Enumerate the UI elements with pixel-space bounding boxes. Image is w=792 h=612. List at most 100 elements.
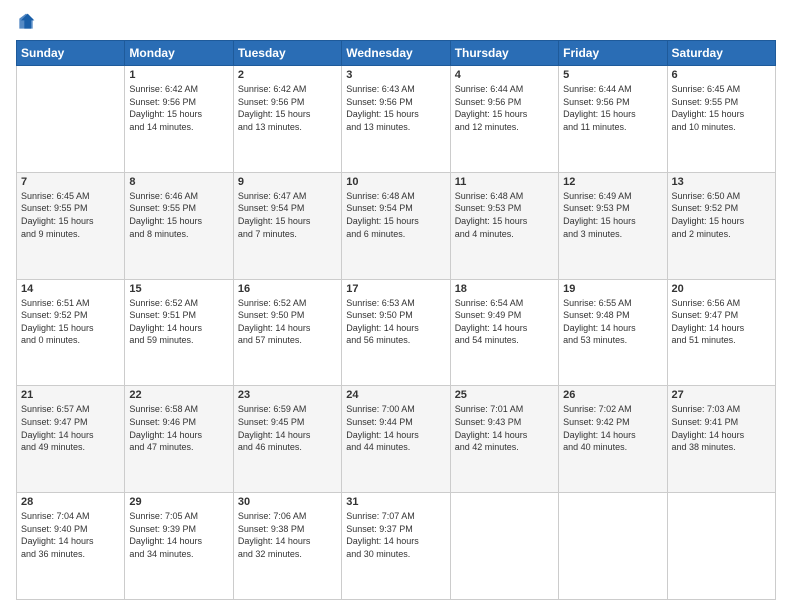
day-number: 19: [563, 283, 662, 295]
cell-content: Sunrise: 6:46 AMSunset: 9:55 PMDaylight:…: [129, 190, 228, 240]
day-number: 20: [672, 283, 771, 295]
calendar-header-wednesday: Wednesday: [342, 41, 450, 66]
calendar-cell: 29 Sunrise: 7:05 AMSunset: 9:39 PMDayligh…: [125, 493, 233, 600]
day-number: 21: [21, 389, 120, 401]
day-number: 28: [21, 496, 120, 508]
cell-content: Sunrise: 6:47 AMSunset: 9:54 PMDaylight:…: [238, 190, 337, 240]
day-number: 29: [129, 496, 228, 508]
cell-content: Sunrise: 6:59 AMSunset: 9:45 PMDaylight:…: [238, 403, 337, 453]
day-number: 26: [563, 389, 662, 401]
header: [16, 12, 776, 32]
day-number: 24: [346, 389, 445, 401]
calendar-cell: 15 Sunrise: 6:52 AMSunset: 9:51 PMDayligh…: [125, 279, 233, 386]
calendar-cell: 2 Sunrise: 6:42 AMSunset: 9:56 PMDaylight…: [233, 66, 341, 173]
calendar-cell: [667, 493, 775, 600]
day-number: 18: [455, 283, 554, 295]
calendar-cell: 5 Sunrise: 6:44 AMSunset: 9:56 PMDaylight…: [559, 66, 667, 173]
cell-content: Sunrise: 6:58 AMSunset: 9:46 PMDaylight:…: [129, 403, 228, 453]
calendar-cell: [450, 493, 558, 600]
calendar-header-monday: Monday: [125, 41, 233, 66]
cell-content: Sunrise: 6:53 AMSunset: 9:50 PMDaylight:…: [346, 297, 445, 347]
cell-content: Sunrise: 6:51 AMSunset: 9:52 PMDaylight:…: [21, 297, 120, 347]
day-number: 2: [238, 69, 337, 81]
cell-content: Sunrise: 6:48 AMSunset: 9:54 PMDaylight:…: [346, 190, 445, 240]
calendar-cell: 25Sunrise: 7:01 AMSunset: 9:43 PMDayligh…: [450, 386, 558, 493]
day-number: 15: [129, 283, 228, 295]
day-number: 4: [455, 69, 554, 81]
calendar-header-friday: Friday: [559, 41, 667, 66]
calendar-cell: 9 Sunrise: 6:47 AMSunset: 9:54 PMDaylight…: [233, 172, 341, 279]
day-number: 23: [238, 389, 337, 401]
calendar-header-tuesday: Tuesday: [233, 41, 341, 66]
calendar-cell: 26 Sunrise: 7:02 AMSunset: 9:42 PMDayligh…: [559, 386, 667, 493]
calendar-cell: [559, 493, 667, 600]
page: SundayMondayTuesdayWednesdayThursdayFrid…: [0, 0, 792, 612]
cell-content: Sunrise: 6:42 AMSunset: 9:56 PMDaylight:…: [129, 83, 228, 133]
day-number: 22: [129, 389, 228, 401]
day-number: 9: [238, 176, 337, 188]
cell-content: Sunrise: 6:44 AMSunset: 9:56 PMDaylight:…: [455, 83, 554, 133]
cell-content: Sunrise: 6:54 AMSunset: 9:49 PMDaylight:…: [455, 297, 554, 347]
calendar-cell: 23 Sunrise: 6:59 AMSunset: 9:45 PMDayligh…: [233, 386, 341, 493]
calendar-cell: 3 Sunrise: 6:43 AMSunset: 9:56 PMDaylight…: [342, 66, 450, 173]
calendar-header-sunday: Sunday: [17, 41, 125, 66]
day-number: 7: [21, 176, 120, 188]
calendar-week-5: 28Sunrise: 7:04 AMSunset: 9:40 PMDayligh…: [17, 493, 776, 600]
calendar-cell: 10 Sunrise: 6:48 AMSunset: 9:54 PMDayligh…: [342, 172, 450, 279]
cell-content: Sunrise: 7:05 AMSunset: 9:39 PMDaylight:…: [129, 510, 228, 560]
cell-content: Sunrise: 6:45 AMSunset: 9:55 PMDaylight:…: [672, 83, 771, 133]
cell-content: Sunrise: 7:06 AMSunset: 9:38 PMDaylight:…: [238, 510, 337, 560]
cell-content: Sunrise: 7:02 AMSunset: 9:42 PMDaylight:…: [563, 403, 662, 453]
calendar-cell: 13 Sunrise: 6:50 AMSunset: 9:52 PMDayligh…: [667, 172, 775, 279]
day-number: 3: [346, 69, 445, 81]
day-number: 10: [346, 176, 445, 188]
cell-content: Sunrise: 6:55 AMSunset: 9:48 PMDaylight:…: [563, 297, 662, 347]
logo: [16, 12, 40, 32]
cell-content: Sunrise: 6:42 AMSunset: 9:56 PMDaylight:…: [238, 83, 337, 133]
calendar-cell: 30 Sunrise: 7:06 AMSunset: 9:38 PMDayligh…: [233, 493, 341, 600]
day-number: 14: [21, 283, 120, 295]
cell-content: Sunrise: 6:56 AMSunset: 9:47 PMDaylight:…: [672, 297, 771, 347]
day-number: 31: [346, 496, 445, 508]
day-number: 11: [455, 176, 554, 188]
calendar-cell: 20 Sunrise: 6:56 AMSunset: 9:47 PMDayligh…: [667, 279, 775, 386]
calendar-header-row: SundayMondayTuesdayWednesdayThursdayFrid…: [17, 41, 776, 66]
calendar-cell: 22 Sunrise: 6:58 AMSunset: 9:46 PMDayligh…: [125, 386, 233, 493]
calendar-cell: 17 Sunrise: 6:53 AMSunset: 9:50 PMDayligh…: [342, 279, 450, 386]
cell-content: Sunrise: 6:48 AMSunset: 9:53 PMDaylight:…: [455, 190, 554, 240]
logo-icon: [16, 12, 36, 32]
day-number: 13: [672, 176, 771, 188]
cell-content: Sunrise: 6:57 AMSunset: 9:47 PMDaylight:…: [21, 403, 120, 453]
calendar-cell: 21 Sunrise: 6:57 AMSunset: 9:47 PMDayligh…: [17, 386, 125, 493]
cell-content: Sunrise: 6:44 AMSunset: 9:56 PMDaylight:…: [563, 83, 662, 133]
calendar-cell: 24Sunrise: 7:00 AMSunset: 9:44 PMDayligh…: [342, 386, 450, 493]
day-number: 25: [455, 389, 554, 401]
cell-content: Sunrise: 6:52 AMSunset: 9:50 PMDaylight:…: [238, 297, 337, 347]
calendar-header-saturday: Saturday: [667, 41, 775, 66]
calendar-week-3: 14 Sunrise: 6:51 AMSunset: 9:52 PMDayligh…: [17, 279, 776, 386]
calendar-cell: [17, 66, 125, 173]
cell-content: Sunrise: 7:03 AMSunset: 9:41 PMDaylight:…: [672, 403, 771, 453]
day-number: 27: [672, 389, 771, 401]
calendar-week-4: 21 Sunrise: 6:57 AMSunset: 9:47 PMDayligh…: [17, 386, 776, 493]
calendar-table: SundayMondayTuesdayWednesdayThursdayFrid…: [16, 40, 776, 600]
calendar-cell: 18 Sunrise: 6:54 AMSunset: 9:49 PMDayligh…: [450, 279, 558, 386]
calendar-cell: 4 Sunrise: 6:44 AMSunset: 9:56 PMDaylight…: [450, 66, 558, 173]
day-number: 17: [346, 283, 445, 295]
cell-content: Sunrise: 6:45 AMSunset: 9:55 PMDaylight:…: [21, 190, 120, 240]
calendar-cell: 31Sunrise: 7:07 AMSunset: 9:37 PMDayligh…: [342, 493, 450, 600]
calendar-cell: 12Sunrise: 6:49 AMSunset: 9:53 PMDayligh…: [559, 172, 667, 279]
day-number: 5: [563, 69, 662, 81]
day-number: 8: [129, 176, 228, 188]
calendar-header-thursday: Thursday: [450, 41, 558, 66]
calendar-cell: 11 Sunrise: 6:48 AMSunset: 9:53 PMDayligh…: [450, 172, 558, 279]
calendar-cell: 1Sunrise: 6:42 AMSunset: 9:56 PMDaylight…: [125, 66, 233, 173]
cell-content: Sunrise: 6:43 AMSunset: 9:56 PMDaylight:…: [346, 83, 445, 133]
cell-content: Sunrise: 6:50 AMSunset: 9:52 PMDaylight:…: [672, 190, 771, 240]
day-number: 30: [238, 496, 337, 508]
cell-content: Sunrise: 6:52 AMSunset: 9:51 PMDaylight:…: [129, 297, 228, 347]
calendar-cell: 19 Sunrise: 6:55 AMSunset: 9:48 PMDayligh…: [559, 279, 667, 386]
calendar-cell: 27 Sunrise: 7:03 AMSunset: 9:41 PMDayligh…: [667, 386, 775, 493]
day-number: 12: [563, 176, 662, 188]
calendar-cell: 16Sunrise: 6:52 AMSunset: 9:50 PMDayligh…: [233, 279, 341, 386]
